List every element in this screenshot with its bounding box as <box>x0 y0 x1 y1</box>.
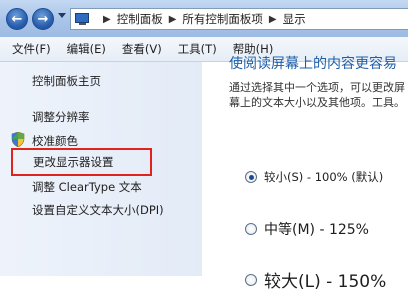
breadcrumb-control-panel[interactable]: 控制面板 <box>117 11 163 27</box>
forward-arrow-icon: → <box>37 11 49 27</box>
breadcrumb-separator-icon[interactable]: ▶ <box>269 14 277 25</box>
option-medium-label: 中等(M) - 125% <box>264 222 369 238</box>
sidebar-item-home[interactable]: 控制面板主页 <box>32 73 101 89</box>
navigation-bar: ← → ▶ 控制面板 ▶ 所有控制面板项 ▶ 显示 <box>0 0 408 37</box>
sidebar-item-calibrate-color[interactable]: 校准颜色 <box>32 133 78 149</box>
menu-file[interactable]: 文件(F) <box>0 41 59 57</box>
forward-button[interactable]: → <box>32 8 54 30</box>
sidebar: 控制面板主页 调整分辨率 校准颜色 更改显示器设置 调整 ClearType 文… <box>0 62 202 276</box>
page-heading: 使阅读屏幕上的内容更容易 <box>229 56 397 72</box>
sidebar-item-custom-dpi[interactable]: 设置自定义文本大小(DPI) <box>32 202 164 218</box>
sidebar-item-cleartype[interactable]: 调整 ClearType 文本 <box>32 179 142 195</box>
address-bar[interactable]: ▶ 控制面板 ▶ 所有控制面板项 ▶ 显示 <box>70 8 408 30</box>
radio-button[interactable] <box>245 273 257 286</box>
sidebar-item-resolution[interactable]: 调整分辨率 <box>32 109 90 125</box>
breadcrumb-separator-icon[interactable]: ▶ <box>103 14 111 25</box>
breadcrumb-all-items[interactable]: 所有控制面板项 <box>182 11 263 27</box>
main-panel: 使阅读屏幕上的内容更容易 通过选择其中一个选项，可以更改屏幕上的文本大小以及其他… <box>202 56 408 292</box>
radio-button[interactable] <box>245 223 257 235</box>
option-smaller-label: 较小(S) - 100% (默认) <box>264 170 384 184</box>
option-larger[interactable]: 较大(L) - 150% <box>245 267 386 292</box>
back-arrow-icon: ← <box>11 11 23 27</box>
recent-pages-dropdown[interactable] <box>58 13 66 18</box>
back-button[interactable]: ← <box>6 8 28 30</box>
sidebar-item-change-display-settings[interactable]: 更改显示器设置 <box>33 154 114 170</box>
page-description: 通过选择其中一个选项，可以更改屏幕上的文本大小以及其他项。工具。 <box>229 81 405 109</box>
menu-edit[interactable]: 编辑(E) <box>59 41 114 57</box>
option-larger-label: 较大(L) - 150% <box>264 272 387 292</box>
menu-tools[interactable]: 工具(T) <box>170 41 225 57</box>
radio-button-selected[interactable] <box>245 171 257 183</box>
breadcrumb-display[interactable]: 显示 <box>283 11 306 27</box>
control-panel-icon <box>75 12 91 26</box>
option-smaller[interactable]: 较小(S) - 100% (默认) <box>245 169 383 185</box>
option-medium[interactable]: 中等(M) - 125% <box>245 219 369 239</box>
menu-view[interactable]: 查看(V) <box>114 41 170 57</box>
breadcrumb-separator-icon[interactable]: ▶ <box>169 14 177 25</box>
shield-icon <box>11 132 25 147</box>
